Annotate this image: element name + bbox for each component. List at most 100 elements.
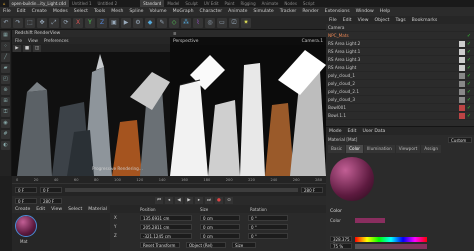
prev-key-icon[interactable]: ◂ (165, 197, 173, 204)
tab-layout-rigging[interactable]: Rigging (237, 0, 258, 7)
mat-menu-create[interactable]: Create (12, 205, 33, 214)
tab-untitled-1[interactable]: Untitled 1 (69, 0, 95, 7)
hue-slider[interactable] (355, 236, 427, 242)
menu-file[interactable]: File (0, 7, 14, 16)
perspective-viewport[interactable]: ≡ Perspective Camera.1 (170, 30, 326, 176)
enabled-check-icon[interactable]: ✓ (466, 49, 472, 55)
mat-menu-material[interactable]: Material (85, 205, 110, 214)
preview-end-field[interactable]: 280 F (40, 197, 62, 204)
color-swatch[interactable] (354, 218, 385, 223)
points-mode-icon[interactable]: ⁘ (1, 42, 10, 51)
scale-icon[interactable]: ⤢ (49, 17, 59, 28)
uv-mode-icon[interactable]: ◰ (1, 75, 10, 84)
tab-layout-nodes[interactable]: Nodes (281, 0, 300, 7)
enabled-check-icon[interactable]: ✓ (466, 41, 472, 47)
render-settings-icon[interactable]: ⚙ (133, 17, 143, 28)
tag-icon[interactable] (459, 88, 465, 95)
light-icon[interactable]: ✷ (241, 17, 251, 28)
position-y-field[interactable]: 205.2811 cm (140, 223, 192, 230)
attr-tab-illumination[interactable]: Illumination (364, 144, 395, 153)
edges-mode-icon[interactable]: ╱ (1, 53, 10, 62)
size-z-field[interactable]: 0 cm (200, 232, 240, 239)
preset-dropdown[interactable]: Custom (448, 136, 472, 143)
goto-start-icon[interactable]: ⏮ (155, 197, 163, 204)
menu-modes[interactable]: Modes (50, 7, 71, 16)
select-icon[interactable]: ⬚ (25, 17, 35, 28)
tab-layout-standard[interactable]: Standard (140, 0, 165, 7)
record-icon[interactable]: ● (215, 197, 223, 204)
render-play-icon[interactable]: ▶ (13, 44, 21, 52)
start-frame-field[interactable]: 0 F (40, 186, 62, 193)
enabled-check-icon[interactable]: ✓ (466, 81, 472, 87)
preview-start-field[interactable]: 0 F (15, 197, 37, 204)
range-slider[interactable] (65, 187, 298, 192)
mat-menu-select[interactable]: Select (65, 205, 85, 214)
goto-end-icon[interactable]: ⏭ (205, 197, 213, 204)
subdivision-icon[interactable]: ◇ (169, 17, 179, 28)
field-icon[interactable]: ◎ (205, 17, 215, 28)
current-frame-field[interactable]: 0 F (15, 186, 37, 193)
tag-icon[interactable] (459, 64, 465, 71)
render-view-menu-file[interactable]: File (12, 38, 25, 43)
pen-icon[interactable]: ✎ (157, 17, 167, 28)
tab-layout-sculpt[interactable]: Sculpt (182, 0, 201, 7)
coord-mode-dropdown[interactable]: Object (Rel) (186, 241, 226, 248)
play-icon[interactable]: ▶ (185, 197, 193, 204)
viewport-menu-view[interactable]: ≡ (170, 31, 180, 36)
position-z-field[interactable]: -321.1245 cm (140, 232, 192, 239)
saturation-field[interactable]: 75 % (330, 243, 352, 249)
render-snapshot-icon[interactable]: ◫ (33, 44, 41, 52)
axis-x-icon[interactable]: X (73, 17, 83, 28)
play-backward-icon[interactable]: ◀ (175, 197, 183, 204)
render-view-menu-preferences[interactable]: Preferences (41, 38, 72, 43)
solo-icon[interactable]: ◉ (1, 119, 10, 128)
menu-tools[interactable]: Tools (91, 7, 108, 16)
tab-document[interactable]: open-buildin...ity_Light.c4d (8, 0, 69, 7)
tab-untitled-2[interactable]: Untitled 2 (95, 0, 121, 7)
attr-menu-mode[interactable]: Mode (326, 127, 345, 136)
redo-icon[interactable]: ↷ (13, 17, 23, 28)
grid-icon[interactable]: # (1, 130, 10, 139)
attr-tab-basic[interactable]: Basic (328, 144, 346, 153)
menu-edit[interactable]: Edit (14, 7, 29, 16)
render-view-icon[interactable]: ▣ (109, 17, 119, 28)
reset-transform-button[interactable]: Reset Transform (140, 241, 180, 248)
model-mode-icon[interactable]: ▦ (1, 31, 10, 40)
workplane-icon[interactable]: ⊞ (1, 97, 10, 106)
object-row-bowl-1-1[interactable]: Bowl.1.1 ✓ (326, 112, 474, 120)
camera-icon[interactable]: ⎚ (229, 17, 239, 28)
rotate-icon[interactable]: ⟳ (61, 17, 71, 28)
rotation-h-field[interactable]: 0 ° (248, 214, 288, 221)
undo-icon[interactable]: ↶ (1, 17, 11, 28)
menu-tracker[interactable]: Tracker (277, 7, 300, 16)
enabled-check-icon[interactable]: ✓ (466, 57, 472, 63)
tag-icon[interactable] (459, 112, 465, 119)
rotation-p-field[interactable]: 0 ° (248, 223, 288, 230)
attr-menu-user-data[interactable]: User Data (359, 127, 388, 136)
render-view-menu-view[interactable]: View (25, 38, 41, 43)
tag-icon[interactable] (459, 56, 465, 63)
tag-icon[interactable] (459, 80, 465, 87)
menu-character[interactable]: Character (196, 7, 225, 16)
tag-icon[interactable] (459, 96, 465, 103)
enabled-check-icon[interactable]: ✓ (466, 113, 472, 119)
menu-render[interactable]: Render (299, 7, 321, 16)
enabled-check-icon[interactable]: ✓ (466, 65, 472, 71)
snap-icon[interactable]: ⊕ (1, 86, 10, 95)
mat-menu-view[interactable]: View (48, 205, 65, 214)
menu-animate[interactable]: Animate (225, 7, 250, 16)
enabled-check-icon[interactable]: ✓ (466, 97, 472, 103)
menu-create[interactable]: Create (29, 7, 50, 16)
axis-z-icon[interactable]: Z (97, 17, 107, 28)
render-icon[interactable]: ▶ (121, 17, 131, 28)
menu-volume[interactable]: Volume (147, 7, 170, 16)
lock-icon[interactable]: ⚿ (1, 108, 10, 117)
enabled-check-icon[interactable]: ✓ (466, 89, 472, 95)
attr-tab-color[interactable]: Color (346, 144, 364, 153)
tag-icon[interactable] (459, 40, 465, 47)
next-key-icon[interactable]: ▸ (195, 197, 203, 204)
redshift-render-view[interactable]: Redshift RenderView File View Preference… (12, 30, 170, 176)
autokey-icon[interactable]: ⊙ (225, 197, 233, 204)
rotation-b-field[interactable]: 0 ° (248, 232, 288, 239)
menu-simulate[interactable]: Simulate (250, 7, 276, 16)
